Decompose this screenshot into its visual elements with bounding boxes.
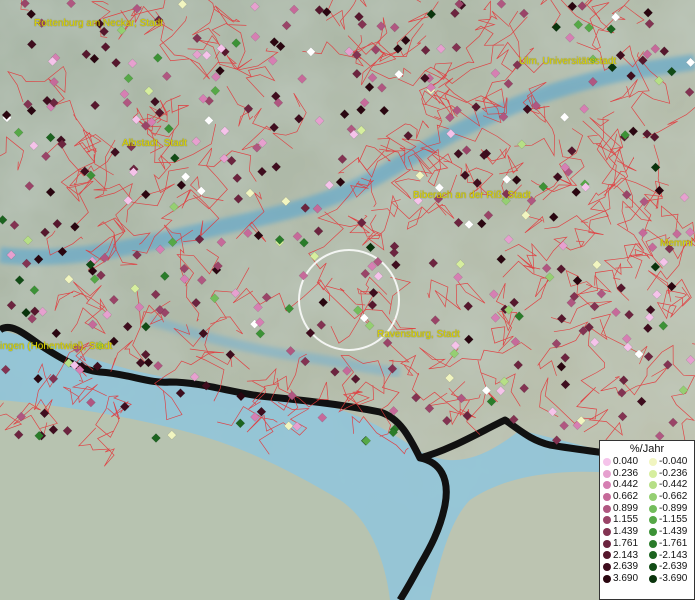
legend-value: -0.236 <box>659 467 688 479</box>
legend-swatch <box>603 516 611 525</box>
legend-swatch <box>649 469 657 478</box>
legend-value: 0.662 <box>613 491 639 503</box>
legend-swatch <box>649 574 657 583</box>
city-label-biberach: Biberach an der Riß, Stadt <box>413 190 531 201</box>
legend-swatch <box>649 481 657 490</box>
legend-swatch <box>649 457 657 466</box>
legend-value: -3.690 <box>659 572 688 584</box>
legend-value: 0.442 <box>613 479 639 491</box>
legend-swatch <box>603 551 611 560</box>
legend-value: 0.899 <box>613 502 639 514</box>
map-view[interactable]: Rottenburg am Neckar, Stadt Ulm, Univers… <box>0 0 695 600</box>
legend-row: 0.236 -0.236 <box>600 468 694 480</box>
city-label-singen: ingen (Hohentwiel), Stadt <box>0 341 113 352</box>
legend-swatch <box>603 504 611 513</box>
legend-value: 0.040 <box>613 456 639 467</box>
legend-value: 1.439 <box>613 526 639 538</box>
legend-swatch <box>649 563 657 572</box>
legend-value: 1.761 <box>613 537 639 549</box>
legend-row: 0.442 -0.442 <box>600 479 694 491</box>
legend-value: -0.442 <box>659 479 688 491</box>
legend-row: 0.662 -0.662 <box>600 491 694 503</box>
legend-row: 2.639 -2.639 <box>600 561 694 573</box>
legend-swatch <box>603 457 611 466</box>
legend-value: -2.639 <box>659 561 688 573</box>
city-label-albstadt: Albstadt, Stadt <box>122 138 188 149</box>
legend-swatch <box>649 516 657 525</box>
legend-value: -0.040 <box>659 456 688 467</box>
legend-swatch <box>603 563 611 572</box>
legend-value: -2.143 <box>659 549 688 561</box>
city-label-ravensburg: Ravensburg, Stadt <box>377 329 460 340</box>
legend-swatch <box>603 539 611 548</box>
legend-swatch <box>603 527 611 536</box>
legend-swatch <box>603 492 611 501</box>
legend-value: 2.639 <box>613 561 639 573</box>
legend-value: -0.662 <box>659 491 688 503</box>
legend-swatch <box>603 574 611 583</box>
legend-row: 1.155 -1.155 <box>600 514 694 526</box>
legend-row: 1.761 -1.761 <box>600 538 694 550</box>
legend-row: 1.439 -1.439 <box>600 526 694 538</box>
legend-row: 0.040 -0.040 <box>600 456 694 468</box>
legend-swatch <box>603 481 611 490</box>
map-canvas[interactable] <box>0 0 695 600</box>
city-label-ulm: Ulm, Universitätsstadt <box>519 56 617 67</box>
legend-row: 3.690 -3.690 <box>600 573 694 585</box>
map-legend: %/Jahr 0.040 -0.040 0.236 -0.236 0.442 -… <box>599 440 695 600</box>
city-label-rottenburg: Rottenburg am Neckar, Stadt <box>34 18 163 29</box>
legend-row: 2.143 -2.143 <box>600 550 694 562</box>
legend-value: -1.761 <box>659 537 688 549</box>
legend-swatch <box>649 551 657 560</box>
legend-title: %/Jahr <box>629 443 665 455</box>
legend-value: 3.690 <box>613 572 639 584</box>
legend-value: -1.439 <box>659 526 688 538</box>
city-label-memmingen: Memmi <box>660 238 693 249</box>
legend-row: 0.899 -0.899 <box>600 503 694 515</box>
legend-swatch <box>649 527 657 536</box>
legend-swatch <box>649 492 657 501</box>
legend-swatch <box>649 539 657 548</box>
legend-value: -0.899 <box>659 502 688 514</box>
legend-value: -1.155 <box>659 514 688 526</box>
legend-value: 1.155 <box>613 514 639 526</box>
legend-value: 2.143 <box>613 549 639 561</box>
legend-swatch <box>603 469 611 478</box>
legend-value: 0.236 <box>613 467 639 479</box>
legend-swatch <box>649 504 657 513</box>
